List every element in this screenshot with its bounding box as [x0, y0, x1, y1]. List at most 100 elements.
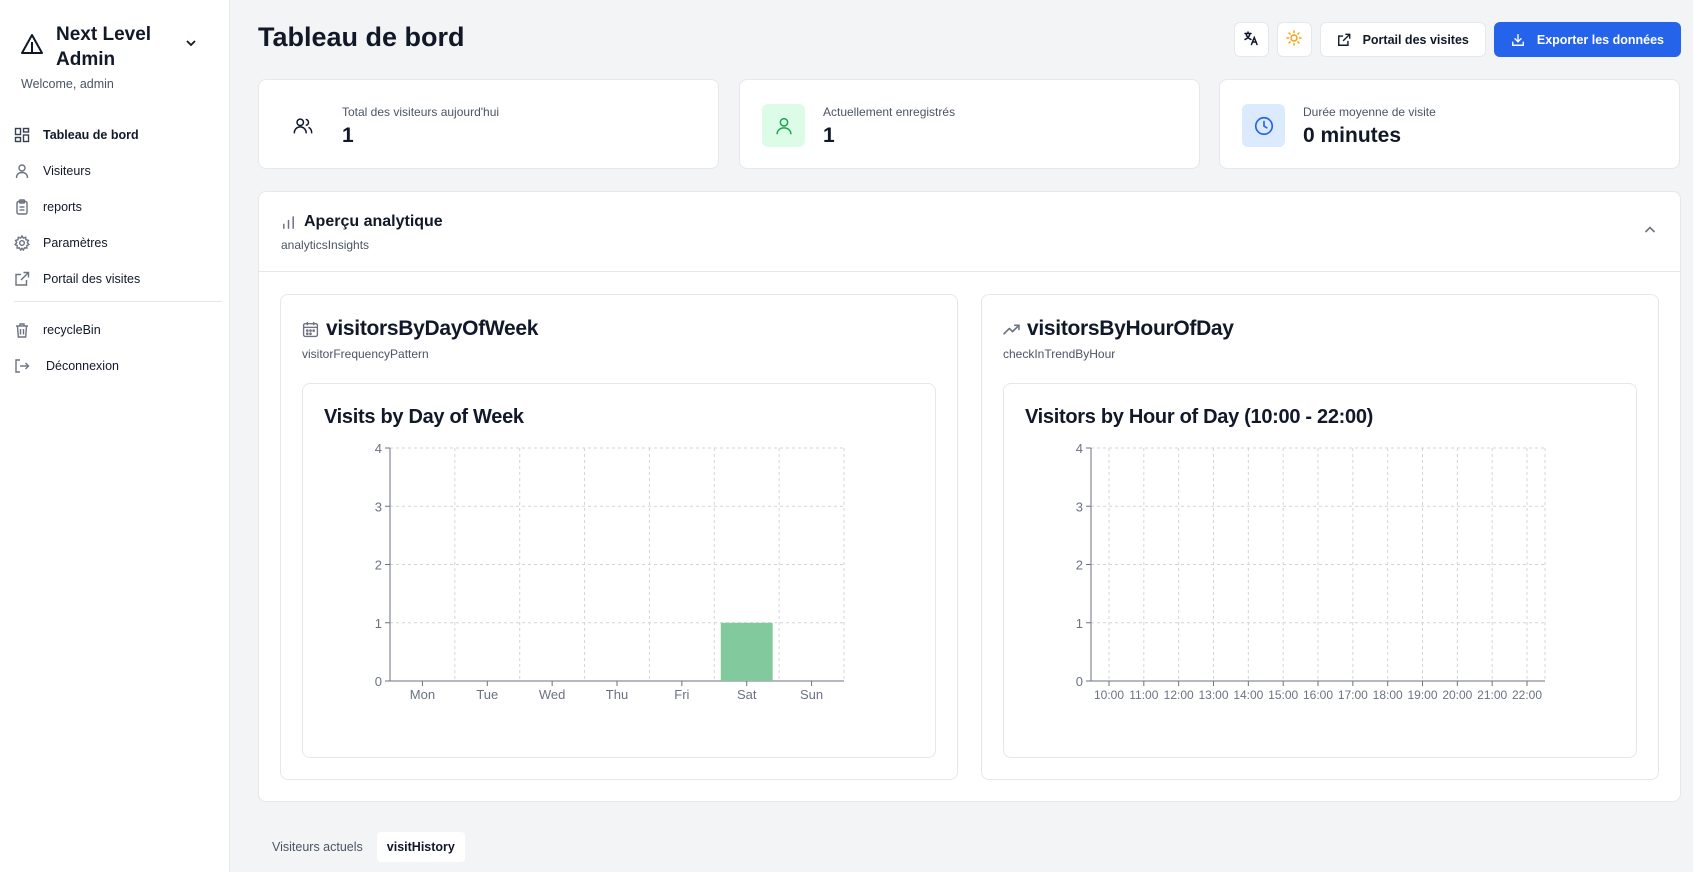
sidebar-item-visitors[interactable]: Visiteurs	[14, 153, 222, 189]
sidebar-item-label: reports	[43, 200, 82, 214]
x-tick-label: Sat	[737, 687, 757, 702]
sidebar-item-logout[interactable]: Déconnexion	[14, 348, 222, 384]
stat-label: Durée moyenne de visite	[1303, 105, 1436, 119]
chart-card-day-of-week: visitorsByDayOfWeek visitorFrequencyPatt…	[280, 294, 958, 780]
external-link-icon	[1337, 33, 1351, 47]
sidebar-divider	[14, 301, 222, 302]
chart-card-subtitle: checkInTrendByHour	[1003, 347, 1116, 361]
export-data-button[interactable]: Exporter les données	[1493, 22, 1681, 57]
x-tick-label: 15:00	[1268, 688, 1298, 702]
sidebar-item-recycle-bin[interactable]: recycleBin	[14, 312, 222, 348]
bar-chart-icon	[281, 215, 296, 230]
x-tick-label: Fri	[674, 687, 689, 702]
y-tick-label: 2	[1076, 558, 1083, 573]
chart-container: Visits by Day of Week 0 1 2 3 4 Mon Tue Wed Thu F…	[302, 383, 936, 758]
brand-switcher[interactable]: Next Level Admin	[20, 22, 210, 72]
y-tick-label: 1	[375, 616, 382, 631]
visit-portal-button[interactable]: Portail des visites	[1319, 22, 1486, 57]
language-button[interactable]	[1233, 22, 1269, 57]
x-tick-label: 19:00	[1407, 688, 1437, 702]
bar	[720, 622, 773, 681]
user-check-icon	[762, 104, 805, 147]
theme-toggle-button[interactable]	[1276, 22, 1312, 57]
y-tick-label: 1	[1076, 616, 1083, 631]
x-tick-label: Thu	[606, 687, 628, 702]
download-icon	[1511, 33, 1525, 47]
x-tick-label: 12:00	[1164, 688, 1194, 702]
x-tick-label: 14:00	[1233, 688, 1263, 702]
chart-card-subtitle: visitorFrequencyPattern	[302, 347, 429, 361]
chart-container: Visitors by Hour of Day (10:00 - 22:00) …	[1003, 383, 1637, 758]
users-icon	[281, 104, 324, 147]
stat-label: Total des visiteurs aujourd'hui	[342, 105, 500, 119]
x-tick-label: 20:00	[1442, 688, 1472, 702]
stat-label: Actuellement enregistrés	[823, 105, 956, 119]
y-tick-label: 4	[1076, 441, 1083, 456]
x-tick-label: 10:00	[1094, 688, 1124, 702]
export-data-label: Exporter les données	[1536, 32, 1664, 47]
sidebar-item-settings[interactable]: Paramètres	[14, 225, 222, 261]
x-tick-label: 11:00	[1129, 688, 1158, 702]
y-tick-label: 0	[375, 674, 382, 689]
y-tick-label: 3	[375, 499, 382, 514]
chart-card-title: visitorsByHourOfDay	[1003, 317, 1234, 341]
stat-card-average-duration: Durée moyenne de visite 0 minutes	[1219, 79, 1680, 169]
stat-value: 0 minutes	[1303, 124, 1402, 147]
y-tick-label: 3	[1076, 499, 1083, 514]
y-tick-label: 0	[1076, 674, 1083, 689]
sidebar-item-label: Paramètres	[43, 236, 108, 250]
gear-icon	[14, 235, 30, 251]
chart-card-hour-of-day: visitorsByHourOfDay checkInTrendByHour V…	[981, 294, 1659, 780]
sidebar-item-label: Déconnexion	[46, 359, 119, 373]
sidebar-item-visit-portal[interactable]: Portail des visites	[14, 261, 222, 297]
x-tick-label: 13:00	[1198, 688, 1228, 702]
chevron-up-icon[interactable]	[1642, 222, 1658, 238]
sidebar-item-reports[interactable]: reports	[14, 189, 222, 225]
stat-card-checked-in: Actuellement enregistrés 1	[739, 79, 1200, 169]
tab-current-visitors[interactable]: Visiteurs actuels	[262, 832, 373, 862]
x-tick-label: 17:00	[1338, 688, 1368, 702]
y-tick-label: 2	[375, 558, 382, 573]
chart-card-title: visitorsByDayOfWeek	[302, 317, 538, 341]
sidebar-item-dashboard[interactable]: Tableau de bord	[14, 117, 222, 153]
translate-icon	[1243, 30, 1259, 49]
visitors-tabs: Visiteurs actuels visitHistory	[262, 832, 465, 862]
x-tick-label: 22:00	[1512, 688, 1542, 702]
analytics-panel: Aperçu analytique analyticsInsights visi…	[258, 191, 1681, 802]
analytics-subtitle: analyticsInsights	[281, 238, 370, 252]
clock-icon	[1242, 104, 1285, 147]
stat-value: 1	[823, 124, 835, 147]
clipboard-icon	[14, 199, 30, 215]
x-tick-label: 16:00	[1303, 688, 1333, 702]
calendar-icon	[302, 321, 319, 338]
brand-title: Next Level Admin	[56, 24, 152, 70]
welcome-text: Welcome, admin	[21, 77, 114, 91]
x-tick-label: 21:00	[1477, 688, 1507, 702]
sun-icon	[1286, 30, 1302, 49]
page-title: Tableau de bord	[258, 22, 465, 52]
tab-visit-history[interactable]: visitHistory	[376, 832, 465, 862]
external-link-icon	[14, 271, 30, 287]
bar-chart-day-of-week: 0 1 2 3 4 Mon Tue Wed Thu Fri Sat Sun	[375, 441, 845, 702]
analytics-title: Aperçu analytique	[281, 213, 443, 231]
line-chart-hour-of-day: 0 1 2 3 4 10:00 11:00 12:00 13:00 14:00 15:00 16:00…	[1076, 441, 1546, 702]
dashboard-icon	[14, 127, 30, 143]
trash-icon	[14, 322, 30, 338]
x-tick-label: Mon	[410, 687, 435, 702]
logout-icon	[14, 358, 30, 374]
stat-card-total-visitors: Total des visiteurs aujourd'hui 1	[258, 79, 719, 169]
user-icon	[14, 163, 30, 179]
analytics-panel-header[interactable]: Aperçu analytique analyticsInsights	[259, 192, 1680, 272]
x-tick-label: 18:00	[1373, 688, 1403, 702]
visit-portal-label: Portail des visites	[1362, 32, 1469, 47]
sidebar-item-label: Tableau de bord	[43, 128, 139, 142]
trending-up-icon	[1003, 321, 1020, 338]
chevron-down-icon[interactable]	[184, 36, 198, 50]
x-tick-label: Wed	[539, 687, 566, 702]
x-tick-label: Sun	[800, 687, 823, 702]
x-tick-label: Tue	[476, 687, 498, 702]
sidebar-item-label: Visiteurs	[43, 164, 91, 178]
sidebar-item-label: Portail des visites	[43, 272, 141, 286]
sidebar-nav: Tableau de bord Visiteurs reports Paramè…	[14, 117, 222, 384]
stat-value: 1	[342, 124, 354, 147]
